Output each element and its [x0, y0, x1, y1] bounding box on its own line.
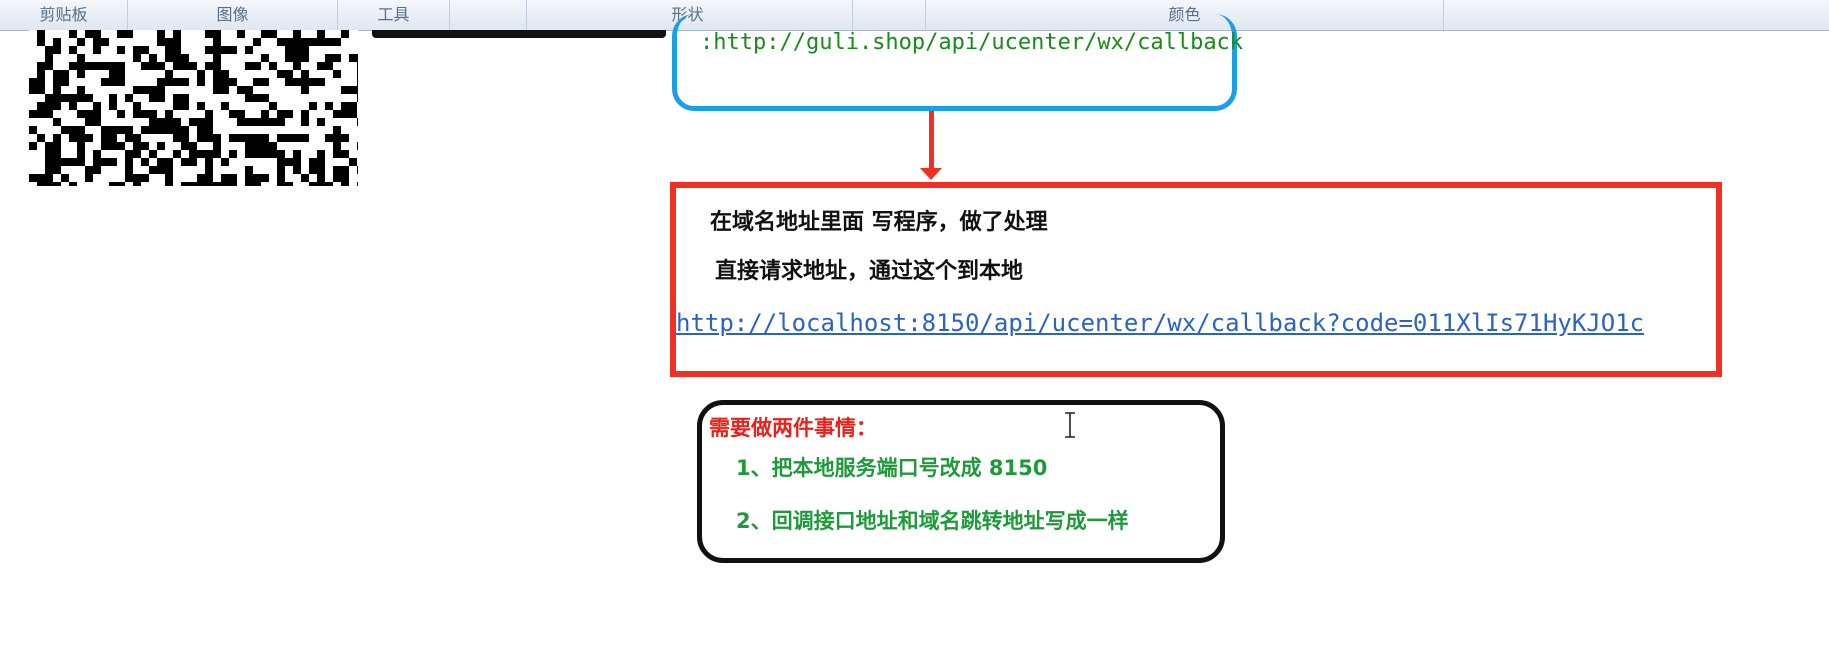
ribbon-group-tools[interactable]: 工具	[338, 0, 450, 30]
processing-note-1: 在域名地址里面 写程序，做了处理	[710, 210, 1048, 235]
localhost-callback-link[interactable]: http://localhost:8150/api/ucenter/wx/cal…	[676, 309, 1704, 337]
ribbon-group-clipboard[interactable]: 剪贴板	[0, 0, 128, 30]
todo-title: 需要做两件事情：	[709, 416, 877, 440]
black-bar-fragment	[372, 30, 666, 38]
callback-url-text: :http://guli.shop/api/ucenter/wx/callbac…	[700, 30, 1244, 55]
todo-item-2: 2、回调接口地址和域名跳转地址写成一样	[736, 509, 1129, 533]
qr-code-image	[29, 30, 358, 186]
text-cursor-icon	[1065, 412, 1075, 438]
arrow-head-icon	[920, 168, 942, 180]
arrow-connector	[929, 111, 934, 175]
callback-url-box	[672, 14, 1237, 111]
processing-note-2: 直接请求地址，通过这个到本地	[715, 259, 1024, 284]
todo-item-1: 1、把本地服务端口号改成 8150	[736, 456, 1048, 480]
ribbon-group-image[interactable]: 图像	[128, 0, 338, 30]
